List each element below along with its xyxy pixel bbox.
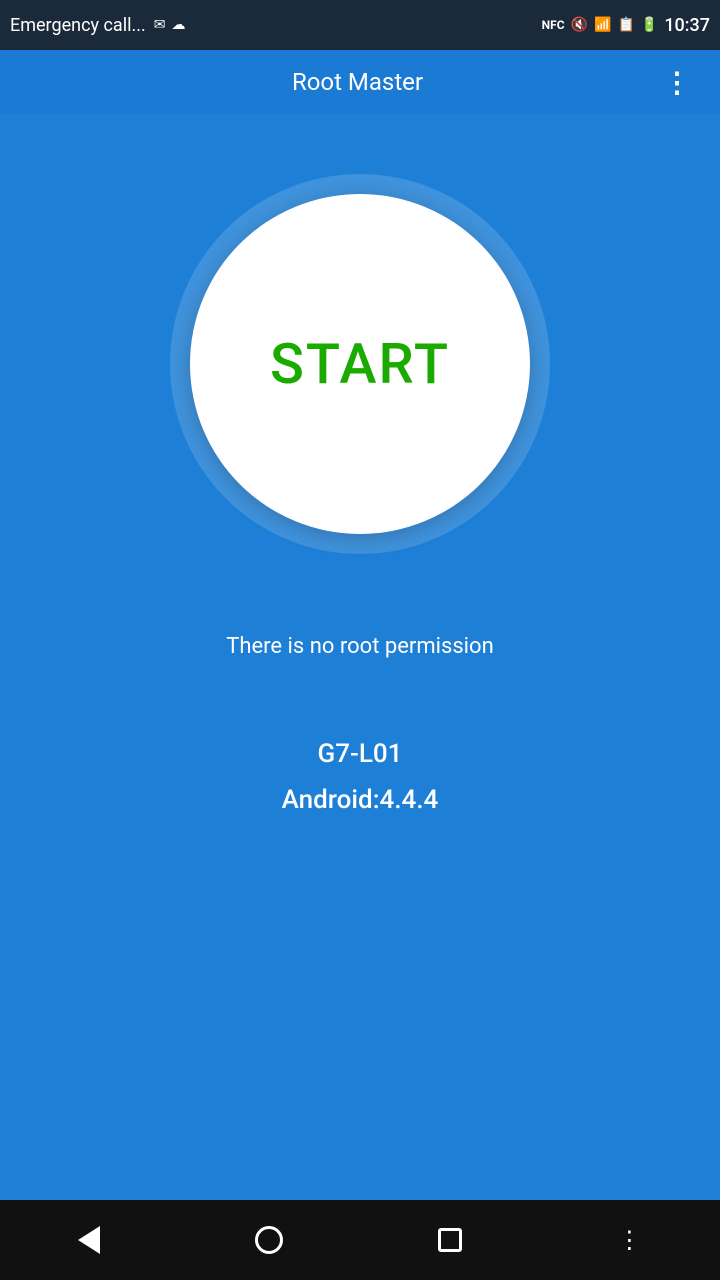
android-version: Android:4.4.4 [282, 785, 439, 815]
home-button[interactable] [235, 1216, 303, 1264]
nav-overflow-button[interactable]: ⋮ [597, 1216, 662, 1264]
recents-button[interactable] [418, 1218, 482, 1262]
status-icons: ✉ ☁ [154, 17, 186, 33]
back-icon [78, 1226, 100, 1254]
start-button-inner[interactable]: START [190, 194, 530, 534]
app-bar: Root Master ⋮ [0, 50, 720, 114]
status-right-icons: NFC 🔇 📶 📋 🔋 10:37 [542, 15, 710, 36]
start-button-outer[interactable]: START [170, 174, 550, 554]
nav-overflow-icon: ⋮ [617, 1226, 642, 1254]
back-button[interactable] [58, 1216, 120, 1264]
nav-bar: ⋮ [0, 1200, 720, 1280]
sim-icon: 📋 [617, 17, 634, 33]
cloud-icon: ☁ [171, 17, 185, 33]
battery-icon: 🔋 [641, 17, 658, 33]
status-bar: Emergency call... ✉ ☁ NFC 🔇 📶 📋 🔋 10:37 [0, 0, 720, 50]
status-bar-left: Emergency call... ✉ ☁ [10, 15, 185, 36]
status-time: 10:37 [664, 15, 710, 36]
nfc-icon: NFC [542, 18, 565, 32]
wifi-icon: 📶 [594, 17, 611, 33]
mute-icon: 🔇 [571, 17, 588, 33]
app-title: Root Master [60, 68, 655, 96]
overflow-menu-button[interactable]: ⋮ [655, 58, 700, 107]
status-message: There is no root permission [226, 634, 493, 659]
device-info: G7-L01 Android:4.4.4 [282, 739, 439, 815]
gmail-icon: ✉ [154, 17, 166, 33]
start-button-label[interactable]: START [270, 331, 450, 397]
device-model: G7-L01 [318, 739, 403, 769]
main-content: START There is no root permission G7-L01… [0, 114, 720, 1200]
home-icon [255, 1226, 283, 1254]
recents-icon [438, 1228, 462, 1252]
emergency-call-text: Emergency call... [10, 15, 146, 36]
